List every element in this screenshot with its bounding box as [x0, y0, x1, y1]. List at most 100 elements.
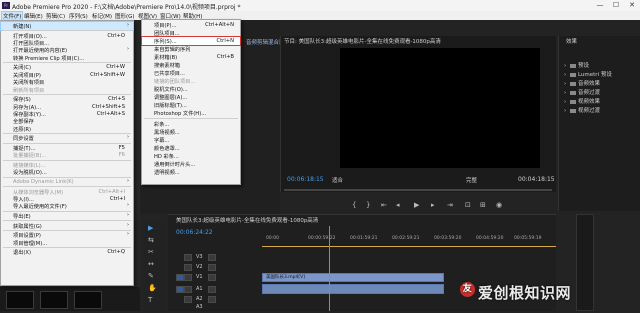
- lock-icon[interactable]: [184, 274, 192, 281]
- menu-item-label: 项目管理(M)...: [13, 240, 48, 247]
- effects-item[interactable]: › 预设: [564, 61, 589, 69]
- source-patch-icon[interactable]: [176, 286, 184, 293]
- menu-item[interactable]: 脱机文件(O)...: [142, 85, 240, 93]
- source-patch-icon[interactable]: [176, 274, 184, 281]
- lock-icon[interactable]: [184, 264, 192, 271]
- eye-icon[interactable]: [208, 274, 216, 281]
- submenu-arrow-icon: ›: [127, 22, 129, 28]
- menu-item[interactable]: 黑场视频...: [142, 128, 240, 136]
- menu-item[interactable]: 调整图层(A)...: [142, 93, 240, 101]
- zoom-select[interactable]: 适合: [332, 176, 343, 184]
- menu-item[interactable]: 已共享项目...: [142, 69, 240, 77]
- menu-item[interactable]: 团队项目...: [142, 29, 240, 37]
- menu-marker[interactable]: 标记(M): [92, 12, 112, 20]
- export-frame-icon[interactable]: ◉: [496, 201, 502, 209]
- menu-file[interactable]: 文件(F): [0, 11, 24, 21]
- work-area-bar[interactable]: [262, 246, 556, 247]
- menu-item[interactable]: 退出(X) Ctrl+Q: [1, 248, 133, 256]
- media-thumbnail[interactable]: [6, 291, 34, 309]
- selection-tool-icon[interactable]: ▶: [148, 224, 153, 232]
- scrub-bar[interactable]: [284, 189, 552, 191]
- mark-out-icon[interactable]: }: [366, 201, 370, 209]
- mute-icon[interactable]: [208, 296, 216, 303]
- eye-icon[interactable]: [208, 264, 216, 271]
- menu-item[interactable]: 序列(S)... Ctrl+N: [141, 36, 241, 46]
- effects-item[interactable]: › Lumetri 预设: [564, 70, 612, 78]
- step-back-icon[interactable]: ◂: [396, 201, 400, 209]
- timeline-timecode[interactable]: 00:06:24:22: [176, 229, 213, 236]
- video-clip[interactable]: 美国队长3.mp4[V]: [262, 273, 444, 282]
- lock-icon[interactable]: [184, 296, 192, 303]
- menu-item[interactable]: 素材箱(B) Ctrl+B: [142, 53, 240, 61]
- menu-item[interactable]: 彩条...: [142, 120, 240, 128]
- menu-item[interactable]: 透明视频...: [142, 168, 240, 176]
- menu-item[interactable]: HD 彩条...: [142, 152, 240, 160]
- effects-item[interactable]: › 音频效果: [564, 79, 600, 87]
- menu-item[interactable]: 旧版标题(T)...: [142, 101, 240, 109]
- effects-item[interactable]: › 视频过渡: [564, 106, 600, 114]
- effects-item[interactable]: › 音频过渡: [564, 88, 600, 96]
- menu-item[interactable]: 搜索素材箱: [142, 61, 240, 69]
- eye-icon[interactable]: [208, 254, 216, 261]
- menu-item[interactable]: 导出(E) ›: [1, 212, 133, 220]
- play-icon[interactable]: ▶: [414, 201, 419, 209]
- track-select-tool-icon[interactable]: ⇆: [148, 236, 154, 244]
- menu-item-label: 调整图层(A)...: [154, 95, 188, 101]
- close-button[interactable]: ✕: [624, 0, 640, 11]
- track-header-v2: V2: [176, 263, 260, 272]
- menu-item[interactable]: 字幕...: [142, 136, 240, 144]
- menu-clip[interactable]: 剪辑(C): [46, 12, 65, 20]
- mark-in-icon[interactable]: {: [352, 201, 356, 209]
- media-thumbnail[interactable]: [40, 291, 68, 309]
- extract-icon[interactable]: ⊞: [480, 201, 486, 209]
- menu-graphics[interactable]: 图形(G): [115, 12, 135, 20]
- slip-tool-icon[interactable]: ↔: [148, 260, 154, 268]
- menu-bar: 文件(F) 编辑(E) 剪辑(C) 序列(S) 标记(M) 图形(G) 视图(V…: [0, 11, 640, 21]
- menu-item[interactable]: 项目管理(M)...: [1, 239, 133, 247]
- menu-item[interactable]: 同步设置 ›: [1, 134, 133, 142]
- type-tool-icon[interactable]: T: [148, 296, 152, 304]
- title-bar: Pr Adobe Premiere Pro 2020 - F:\文档\Adobe…: [0, 0, 640, 11]
- pen-tool-icon[interactable]: ✎: [148, 272, 154, 280]
- menu-item-shortcut: Ctrl+O: [107, 32, 125, 39]
- menu-item[interactable]: 导入最近使用的文件(F) ›: [1, 202, 133, 210]
- menu-item[interactable]: 获取属性(G) ›: [1, 222, 133, 230]
- lift-icon[interactable]: ⊡: [465, 201, 471, 209]
- menu-item[interactable]: 项目(P)... Ctrl+Alt+N: [142, 21, 240, 29]
- effects-item[interactable]: › 视频效果: [564, 97, 600, 105]
- lock-icon[interactable]: [184, 286, 192, 293]
- menu-item-shortcut: F5: [118, 145, 125, 151]
- menu-item[interactable]: 转换 Premiere Clip 项目(C)...: [1, 54, 133, 62]
- menu-item-label: 设为脱机(O)...: [13, 170, 47, 177]
- step-forward-icon[interactable]: ▸: [431, 201, 435, 209]
- playhead-timecode[interactable]: 00:06:18:15: [287, 176, 324, 183]
- playhead[interactable]: [329, 226, 330, 311]
- menu-item[interactable]: 来自剪辑的序列: [142, 45, 240, 53]
- go-to-out-icon[interactable]: ⇥: [447, 201, 453, 209]
- timeline-title: 美国队长3:超级英雄电影片-全集在线免费观看-1080p高清: [176, 218, 319, 224]
- menu-item[interactable]: 新建(N) ›: [0, 21, 134, 31]
- watermark: 友爱创根知识网: [460, 282, 571, 303]
- maximize-button[interactable]: ☐: [608, 0, 624, 11]
- clip-label: 美国队长3.mp4[V]: [266, 275, 305, 280]
- minimize-button[interactable]: —: [592, 0, 608, 11]
- menu-item[interactable]: 设为脱机(O)...: [1, 168, 133, 176]
- menu-item-label: 转换 Premiere Clip 项目(C)...: [13, 55, 85, 62]
- menu-item-label: Adobe Dynamic Link(K): [13, 179, 74, 185]
- menu-edit[interactable]: 编辑(E): [24, 12, 43, 20]
- audio-clip[interactable]: [262, 284, 444, 294]
- menu-item[interactable]: 通用倒计时片头...: [142, 160, 240, 168]
- resolution-select[interactable]: 完整: [466, 176, 477, 184]
- menu-sequence[interactable]: 序列(S): [69, 12, 88, 20]
- go-to-in-icon[interactable]: ⇤: [381, 201, 387, 209]
- razor-tool-icon[interactable]: ✂: [148, 248, 154, 256]
- hand-tool-icon[interactable]: ✋: [148, 284, 157, 292]
- mute-icon[interactable]: [208, 286, 216, 293]
- menu-item[interactable]: 还原(R): [1, 125, 133, 133]
- menu-item[interactable]: 颜色遮罩...: [142, 144, 240, 152]
- media-thumbnail[interactable]: [74, 291, 102, 309]
- lock-icon[interactable]: [184, 254, 192, 261]
- menu-item[interactable]: Photoshop 文件(H)...: [142, 109, 240, 117]
- menu-item-label: HD 彩条...: [154, 154, 179, 160]
- menu-item-label: 黑场视频...: [154, 130, 180, 136]
